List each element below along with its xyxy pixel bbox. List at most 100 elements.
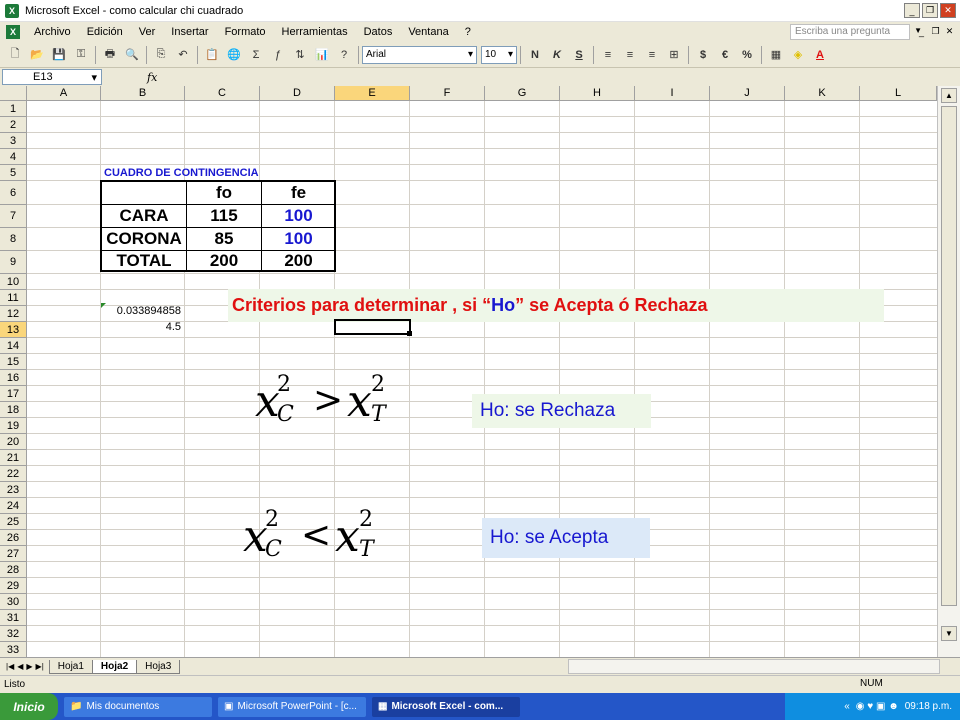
row-header-7[interactable]: 7 [0,205,27,228]
align-right-icon[interactable]: ≡ [642,45,662,65]
col-header-k[interactable]: K [785,86,860,101]
row-header-5[interactable]: 5 [0,165,27,181]
menu-herramientas[interactable]: Herramientas [274,26,356,38]
horizontal-scrollbar[interactable] [568,659,940,674]
row-header-9[interactable]: 9 [0,251,27,274]
sort-icon[interactable]: ⇅ [290,45,310,65]
row-header-3[interactable]: 3 [0,133,27,149]
menu-insertar[interactable]: Insertar [163,26,216,38]
bold-button[interactable]: N [525,45,545,65]
menu-help[interactable]: ? [457,26,479,38]
workbook-close-button[interactable]: ✕ [943,25,956,38]
row-header-31[interactable]: 31 [0,610,27,626]
task-powerpoint[interactable]: ▣ Microsoft PowerPoint - [c... [218,696,366,717]
row-header-8[interactable]: 8 [0,228,27,251]
currency-button[interactable]: $ [693,45,713,65]
next-sheet-icon[interactable]: ▶ [26,662,32,671]
task-excel[interactable]: ▦ Microsoft Excel - com... [372,696,520,717]
start-button[interactable]: Inicio [0,693,58,720]
row-header-23[interactable]: 23 [0,482,27,498]
menu-ver[interactable]: Ver [131,26,164,38]
chart-icon[interactable]: 📊 [312,45,332,65]
open-icon[interactable]: 📂 [27,45,47,65]
font-color-icon[interactable]: A [810,45,830,65]
font-size-select[interactable]: 10 ▾ [481,45,517,64]
fill-handle[interactable] [407,331,412,336]
col-header-b[interactable]: B [101,86,185,101]
col-header-j[interactable]: J [710,86,785,101]
row-header-15[interactable]: 15 [0,354,27,370]
tab-hoja1[interactable]: Hoja1 [48,659,93,674]
underline-button[interactable]: S [569,45,589,65]
scroll-thumb[interactable] [941,106,957,606]
minimize-button[interactable]: _ [904,3,920,18]
workbook-restore-button[interactable]: ❐ [929,25,942,38]
italic-button[interactable]: K [547,45,567,65]
ho-rechaza-box[interactable]: Ho: se Rechaza [472,394,651,428]
function-icon[interactable]: ƒ [268,45,288,65]
col-header-d[interactable]: D [260,86,335,101]
name-box[interactable]: E13 ▾ [2,69,102,85]
row-header-33[interactable]: 33 [0,642,27,657]
menu-datos[interactable]: Datos [356,26,401,38]
last-sheet-icon[interactable]: ▶| [36,662,44,671]
row-header-16[interactable]: 16 [0,370,27,386]
help-icon[interactable]: ? [334,45,354,65]
menu-formato[interactable]: Formato [217,26,274,38]
row-header-27[interactable]: 27 [0,546,27,562]
col-header-e[interactable]: E [335,86,410,101]
print-icon[interactable]: 🖶 [100,45,120,65]
row-header-29[interactable]: 29 [0,578,27,594]
row-header-20[interactable]: 20 [0,434,27,450]
percent-button[interactable]: % [737,45,757,65]
function-icon[interactable]: fx [147,71,157,84]
worksheet-grid[interactable]: A B C D E F G H I J K L 1 2 3 4 5 6 7 8 9 10 11 12 1… [0,86,960,657]
row-header-6[interactable]: 6 [0,181,27,205]
prev-sheet-icon[interactable]: ◀ [17,662,23,671]
cell-b12[interactable]: 0.033894858 [101,303,183,319]
autosum-icon[interactable]: Σ [246,45,266,65]
copy-icon[interactable]: ⎘ [151,45,171,65]
fill-color-icon[interactable]: ◈ [788,45,808,65]
criteria-textbox[interactable]: Criterios para determinar , si “Ho” se A… [228,289,884,322]
row-header-30[interactable]: 30 [0,594,27,610]
ask-question-input[interactable]: Escriba una pregunta [790,24,910,40]
menu-edicion[interactable]: Edición [79,26,131,38]
tab-hoja2[interactable]: Hoja2 [91,659,138,674]
row-header-14[interactable]: 14 [0,338,27,354]
row-header-26[interactable]: 26 [0,530,27,546]
permission-icon[interactable]: ⚿ [71,45,91,65]
undo-icon[interactable]: ↶ [173,45,193,65]
col-header-h[interactable]: H [560,86,635,101]
row-header-19[interactable]: 19 [0,418,27,434]
row-header-13[interactable]: 13 [0,322,27,338]
row-header-28[interactable]: 28 [0,562,27,578]
align-center-icon[interactable]: ≡ [620,45,640,65]
tray-icons[interactable]: ◉ ♥ ▣ ☻ [856,701,899,712]
row-header-1[interactable]: 1 [0,101,27,117]
cell-b13[interactable]: 4.5 [101,319,183,335]
tab-hoja3[interactable]: Hoja3 [136,659,181,674]
research-icon[interactable]: 🔍 [122,45,142,65]
row-header-17[interactable]: 17 [0,386,27,402]
row-header-4[interactable]: 4 [0,149,27,165]
col-header-a[interactable]: A [27,86,101,101]
row-header-25[interactable]: 25 [0,514,27,530]
workbook-minimize-button[interactable]: _ [915,25,928,38]
chevron-left-icon[interactable]: « [844,701,850,712]
scroll-up-icon[interactable]: ▲ [941,88,957,103]
col-header-g[interactable]: G [485,86,560,101]
workbook-icon[interactable]: X [6,25,20,39]
close-button[interactable]: ✕ [940,3,956,18]
euro-button[interactable]: € [715,45,735,65]
row-header-12[interactable]: 12 [0,306,27,322]
row-header-24[interactable]: 24 [0,498,27,514]
restore-button[interactable]: ❐ [922,3,938,18]
menu-archivo[interactable]: Archivo [26,26,79,38]
merge-center-icon[interactable]: ⊞ [664,45,684,65]
scroll-down-icon[interactable]: ▼ [941,626,957,641]
active-cell-e13[interactable] [334,319,411,335]
select-all-corner[interactable] [0,86,27,101]
row-header-18[interactable]: 18 [0,402,27,418]
col-header-l[interactable]: L [860,86,937,101]
